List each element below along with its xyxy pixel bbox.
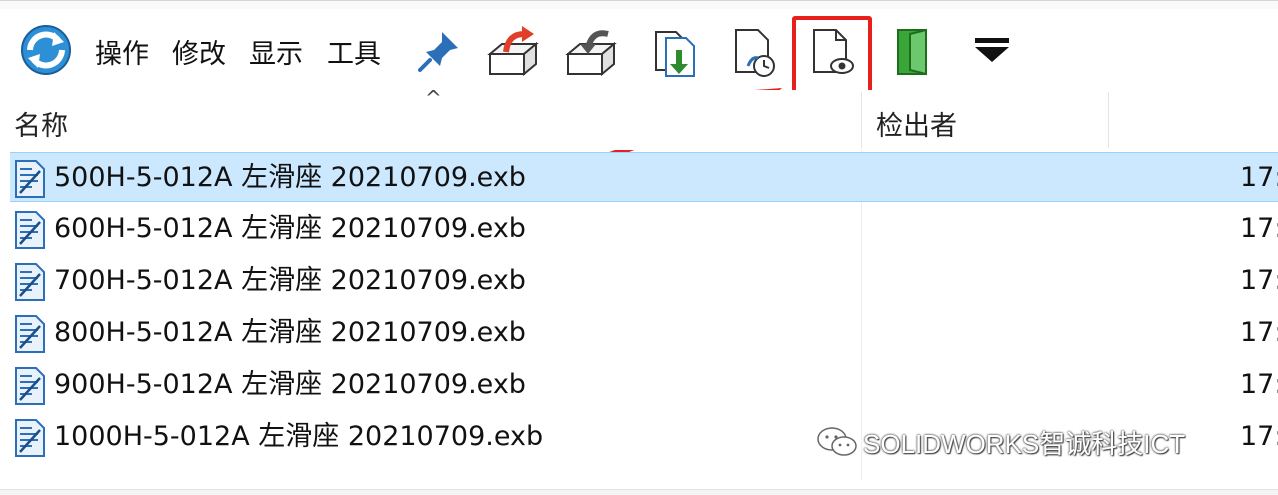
menu-tools[interactable]: 工具 <box>327 40 381 70</box>
drawing-file-icon <box>15 263 45 301</box>
menu-modify[interactable]: 修改 <box>172 40 226 70</box>
file-name: 700H-5-012A 左滑座 20210709.exb <box>54 265 526 296</box>
exit-icon[interactable] <box>886 24 942 80</box>
file-row[interactable]: 700H-5-012A 左滑座 20210709.exb 17: <box>10 256 1278 306</box>
drawing-file-icon <box>15 160 45 198</box>
file-row[interactable]: 600H-5-012A 左滑座 20210709.exb 17: <box>10 204 1278 254</box>
drawing-file-icon <box>15 419 45 457</box>
drawing-file-icon <box>15 315 45 353</box>
file-row[interactable]: 900H-5-012A 左滑座 20210709.exb 17: <box>10 360 1278 410</box>
column-divider[interactable] <box>1108 92 1109 148</box>
drawing-file-icon <box>15 211 45 249</box>
file-name: 500H-5-012A 左滑座 20210709.exb <box>54 162 526 193</box>
refresh-icon[interactable] <box>16 20 76 80</box>
check-out-icon[interactable] <box>484 24 540 80</box>
file-row[interactable]: 800H-5-012A 左滑座 20210709.exb 17: <box>10 308 1278 358</box>
column-divider[interactable] <box>861 92 862 148</box>
sort-ascending-icon: ^ <box>425 86 442 110</box>
overflow-dropdown-icon[interactable] <box>965 24 1021 80</box>
pin-icon[interactable] <box>412 24 468 80</box>
modified-time: 17: <box>1240 317 1278 348</box>
file-name: 1000H-5-012A 左滑座 20210709.exb <box>54 421 544 452</box>
modified-time: 17: <box>1240 213 1278 244</box>
preview-highlight-box <box>792 16 872 98</box>
file-name: 900H-5-012A 左滑座 20210709.exb <box>54 369 526 400</box>
column-header-name[interactable]: 名称 <box>14 104 68 143</box>
modified-time: 17: <box>1240 265 1278 296</box>
wechat-logo-icon <box>817 427 857 456</box>
window-top-edge <box>0 0 1278 9</box>
column-header-checked-out-by[interactable]: 检出者 <box>876 104 957 143</box>
file-name: 600H-5-012A 左滑座 20210709.exb <box>54 213 526 244</box>
modified-time: 17: <box>1240 421 1278 452</box>
modified-time: 17: <box>1240 369 1278 400</box>
file-name: 800H-5-012A 左滑座 20210709.exb <box>54 317 526 348</box>
column-header-bar <box>0 90 1278 150</box>
menu-display[interactable]: 显示 <box>249 40 303 70</box>
drawing-file-icon <box>15 367 45 405</box>
watermark-text: SOLIDWORKS智诚科技ICT <box>863 429 1186 459</box>
window-bottom-edge <box>0 489 1278 495</box>
file-row[interactable]: 500H-5-012A 左滑座 20210709.exb 17: <box>10 152 1278 202</box>
modified-time: 17: <box>1240 162 1278 193</box>
menu-action[interactable]: 操作 <box>95 40 149 70</box>
